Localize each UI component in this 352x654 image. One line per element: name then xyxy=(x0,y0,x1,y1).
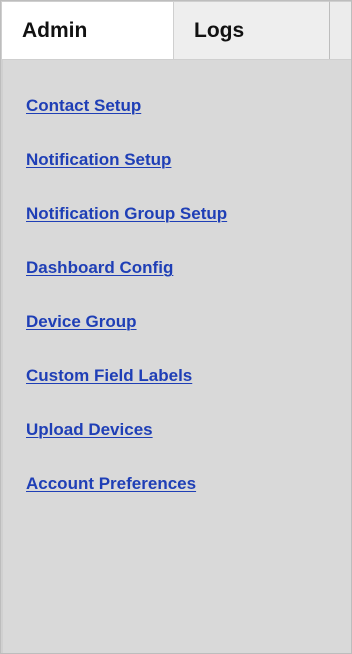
tab-admin[interactable]: Admin xyxy=(1,1,174,59)
menu-item-custom-field-labels: Custom Field Labels xyxy=(26,367,341,421)
custom-field-labels-link[interactable]: Custom Field Labels xyxy=(26,366,192,385)
dashboard-config-link[interactable]: Dashboard Config xyxy=(26,258,173,277)
menu-item-account-preferences: Account Preferences xyxy=(26,475,341,529)
device-group-link[interactable]: Device Group xyxy=(26,312,137,331)
upload-devices-link[interactable]: Upload Devices xyxy=(26,420,153,439)
account-preferences-link[interactable]: Account Preferences xyxy=(26,474,196,493)
contact-setup-link[interactable]: Contact Setup xyxy=(26,96,141,115)
tab-bar-spacer xyxy=(330,1,351,59)
tab-bar: Admin Logs xyxy=(1,1,351,59)
menu-item-notification-setup: Notification Setup xyxy=(26,151,341,205)
admin-menu-panel: Contact Setup Notification Setup Notific… xyxy=(1,59,351,653)
menu-item-contact-setup: Contact Setup xyxy=(26,97,341,151)
notification-group-setup-link[interactable]: Notification Group Setup xyxy=(26,204,227,223)
menu-item-notification-group-setup: Notification Group Setup xyxy=(26,205,341,259)
notification-setup-link[interactable]: Notification Setup xyxy=(26,150,171,169)
menu-item-device-group: Device Group xyxy=(26,313,341,367)
menu-item-dashboard-config: Dashboard Config xyxy=(26,259,341,313)
tab-logs[interactable]: Logs xyxy=(174,1,330,59)
menu-item-upload-devices: Upload Devices xyxy=(26,421,341,475)
admin-panel: Admin Logs Contact Setup Notification Se… xyxy=(0,0,352,654)
admin-menu: Contact Setup Notification Setup Notific… xyxy=(26,97,341,529)
